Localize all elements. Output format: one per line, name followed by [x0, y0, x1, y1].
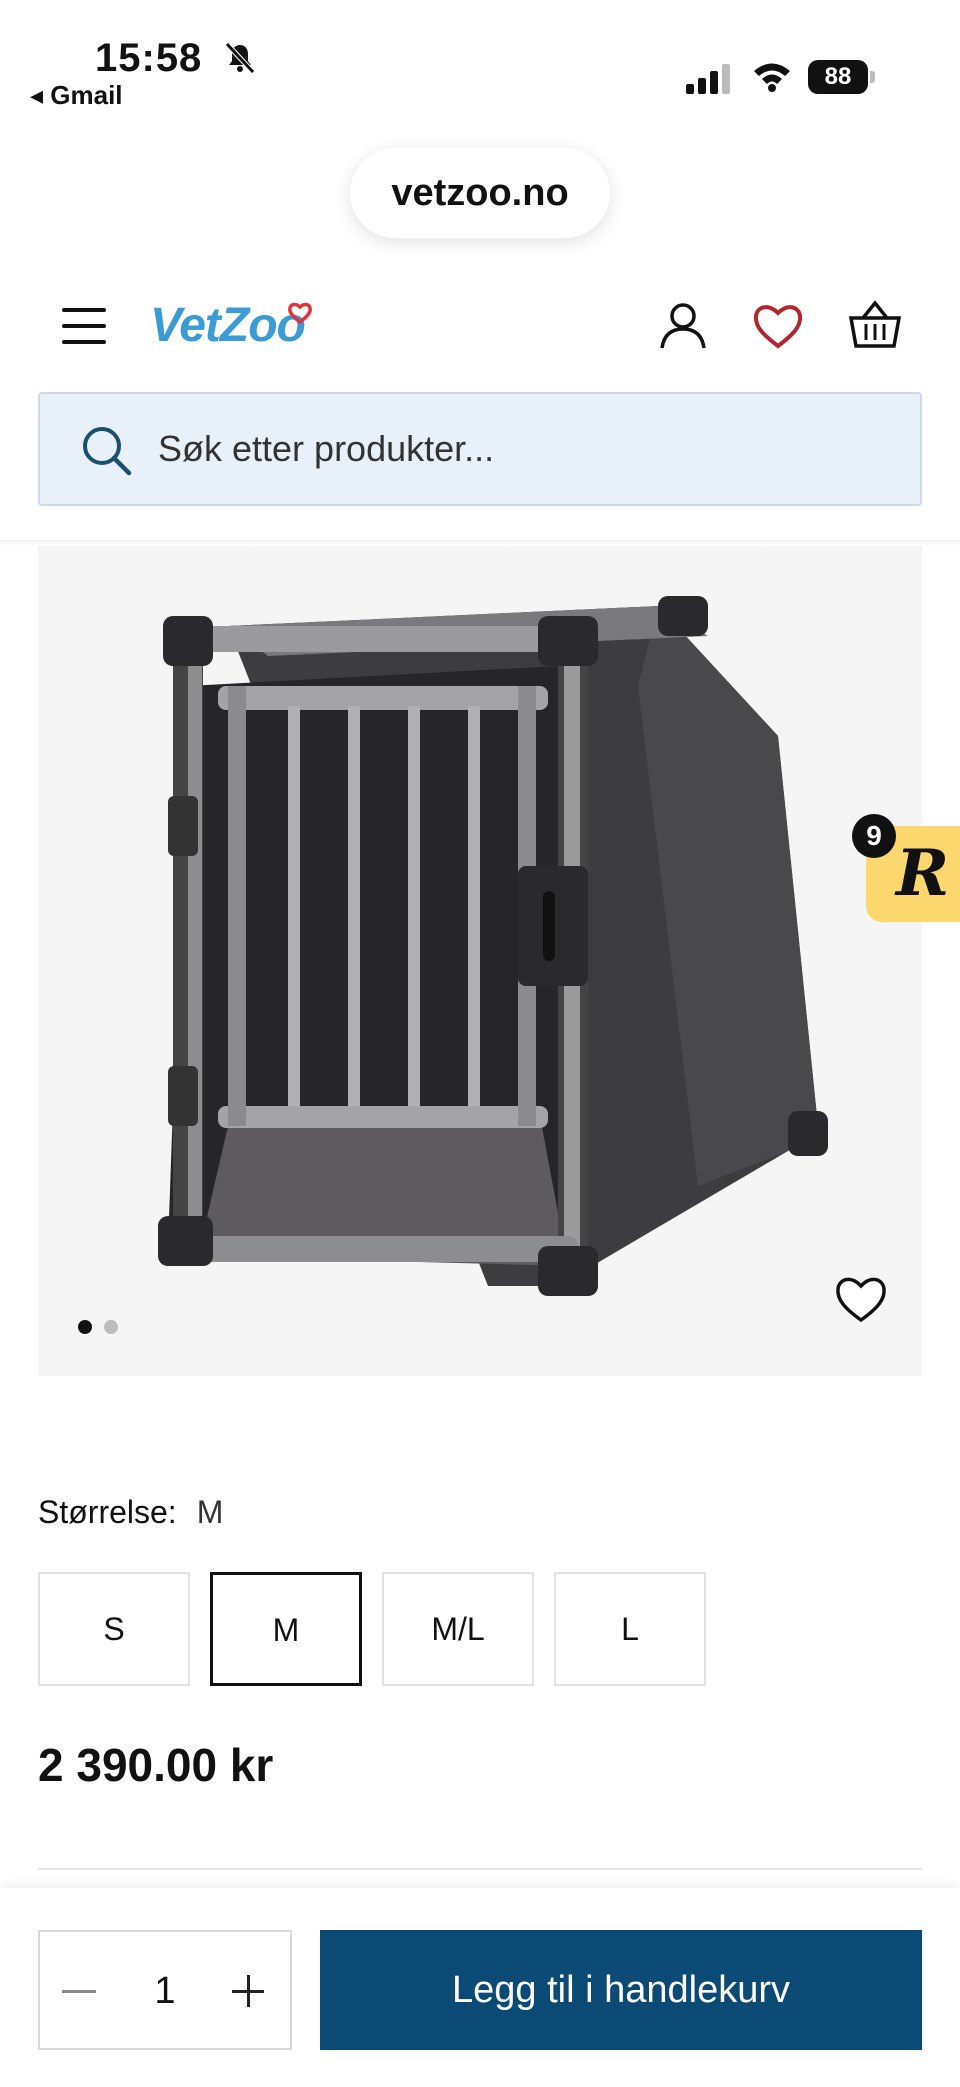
product-image-gallery[interactable] — [38, 546, 922, 1376]
page: 15:58 ◂ Gmail 88 vetzoo.no VetZoo Søk et… — [0, 0, 960, 2087]
logo-text: VetZoo — [150, 299, 306, 352]
gallery-dot-2[interactable] — [104, 1320, 118, 1334]
size-option-s[interactable]: S — [38, 1572, 190, 1686]
hamburger-menu-icon[interactable] — [62, 308, 108, 344]
size-option-m[interactable]: M — [210, 1572, 362, 1686]
status-bar: 15:58 ◂ Gmail 88 — [0, 0, 960, 120]
rewards-widget[interactable]: R 9 — [852, 814, 960, 922]
rewards-logo: R — [896, 836, 950, 911]
add-to-cart-bar: 1 Legg til i handlekurv — [0, 1888, 960, 2087]
site-logo[interactable]: VetZoo — [150, 292, 320, 362]
decrease-quantity-button[interactable] — [62, 1972, 100, 2010]
gallery-pagination[interactable] — [78, 1320, 130, 1336]
battery-level: 88 — [808, 60, 868, 94]
search-bar[interactable]: Søk etter produkter... — [38, 392, 922, 506]
battery-indicator: 88 — [808, 60, 876, 94]
shopping-basket-icon[interactable] — [848, 298, 902, 350]
site-header: VetZoo Søk etter produkter... — [0, 270, 960, 540]
add-to-wishlist-heart-icon[interactable] — [834, 1274, 888, 1324]
product-price: 2 390.00 kr — [38, 1739, 274, 1791]
account-icon[interactable] — [658, 300, 708, 350]
cellular-signal-icon — [686, 64, 730, 94]
search-icon — [83, 427, 132, 476]
quantity-input[interactable]: 1 — [130, 1970, 200, 2013]
wishlist-icon[interactable] — [752, 302, 804, 350]
logo-heart-icon — [288, 302, 312, 324]
back-to-gmail-link[interactable]: ◂ Gmail — [30, 80, 123, 111]
size-option-l[interactable]: L — [554, 1572, 706, 1686]
size-selection-label: Størrelse: M — [38, 1494, 223, 1531]
bell-muted-icon — [225, 42, 255, 74]
wifi-icon — [754, 63, 790, 92]
section-divider — [38, 1868, 922, 1870]
quantity-stepper: 1 — [38, 1930, 292, 2050]
address-bar[interactable]: vetzoo.no — [350, 148, 610, 238]
size-label-text: Størrelse: — [38, 1494, 177, 1530]
size-selected-value: M — [196, 1494, 224, 1530]
increase-quantity-button[interactable] — [230, 1972, 268, 2010]
product-image[interactable] — [98, 566, 898, 1336]
add-to-cart-button[interactable]: Legg til i handlekurv — [320, 1930, 922, 2050]
rewards-badge: 9 — [852, 814, 896, 858]
battery-tip — [870, 71, 875, 83]
size-option-ml[interactable]: M/L — [382, 1572, 534, 1686]
status-time: 15:58 — [95, 36, 203, 80]
search-input[interactable]: Søk etter produkter... — [158, 428, 494, 470]
gallery-dot-1[interactable] — [78, 1320, 92, 1334]
